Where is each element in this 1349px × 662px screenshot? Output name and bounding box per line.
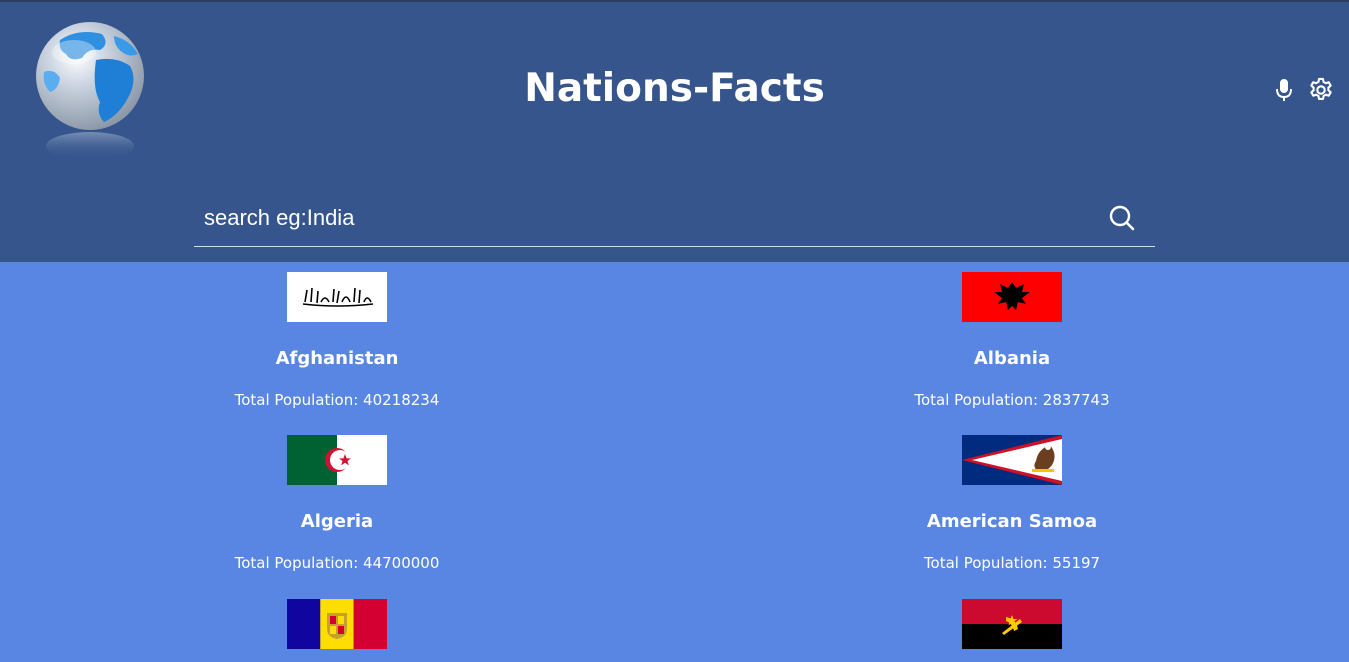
american-samoa-flag-icon bbox=[962, 435, 1062, 485]
country-name: Albania bbox=[973, 348, 1051, 369]
country-card-afghanistan[interactable]: Afghanistan Total Population: 40218234 bbox=[137, 272, 537, 409]
country-population: Total Population: 44700000 bbox=[234, 554, 440, 572]
country-card-andorra[interactable] bbox=[137, 599, 537, 649]
albania-flag-icon bbox=[962, 272, 1062, 322]
gear-icon[interactable] bbox=[1307, 76, 1335, 104]
country-card-american-samoa[interactable]: American Samoa Total Population: 55197 bbox=[812, 435, 1212, 572]
app-title: Nations-Facts bbox=[524, 66, 825, 111]
country-card-albania[interactable]: Albania Total Population: 2837743 bbox=[812, 272, 1212, 409]
andorra-flag-icon bbox=[287, 599, 387, 649]
country-name: American Samoa bbox=[926, 511, 1098, 532]
country-population: Total Population: 2837743 bbox=[914, 391, 1110, 409]
country-population: Total Population: 55197 bbox=[923, 554, 1101, 572]
country-name: Algeria bbox=[300, 511, 374, 532]
search-icon[interactable] bbox=[1108, 204, 1136, 232]
app-header: Nations-Facts bbox=[0, 2, 1349, 262]
country-name: Afghanistan bbox=[275, 348, 399, 369]
search-input[interactable] bbox=[194, 190, 1094, 246]
country-card-angola[interactable] bbox=[812, 599, 1212, 649]
afghanistan-flag-icon bbox=[287, 272, 387, 322]
country-population: Total Population: 40218234 bbox=[234, 391, 440, 409]
angola-flag-icon bbox=[962, 599, 1062, 649]
microphone-icon[interactable] bbox=[1273, 78, 1295, 102]
search-bar bbox=[194, 190, 1155, 247]
algeria-flag-icon bbox=[287, 435, 387, 485]
country-card-algeria[interactable]: Algeria Total Population: 44700000 bbox=[137, 435, 537, 572]
